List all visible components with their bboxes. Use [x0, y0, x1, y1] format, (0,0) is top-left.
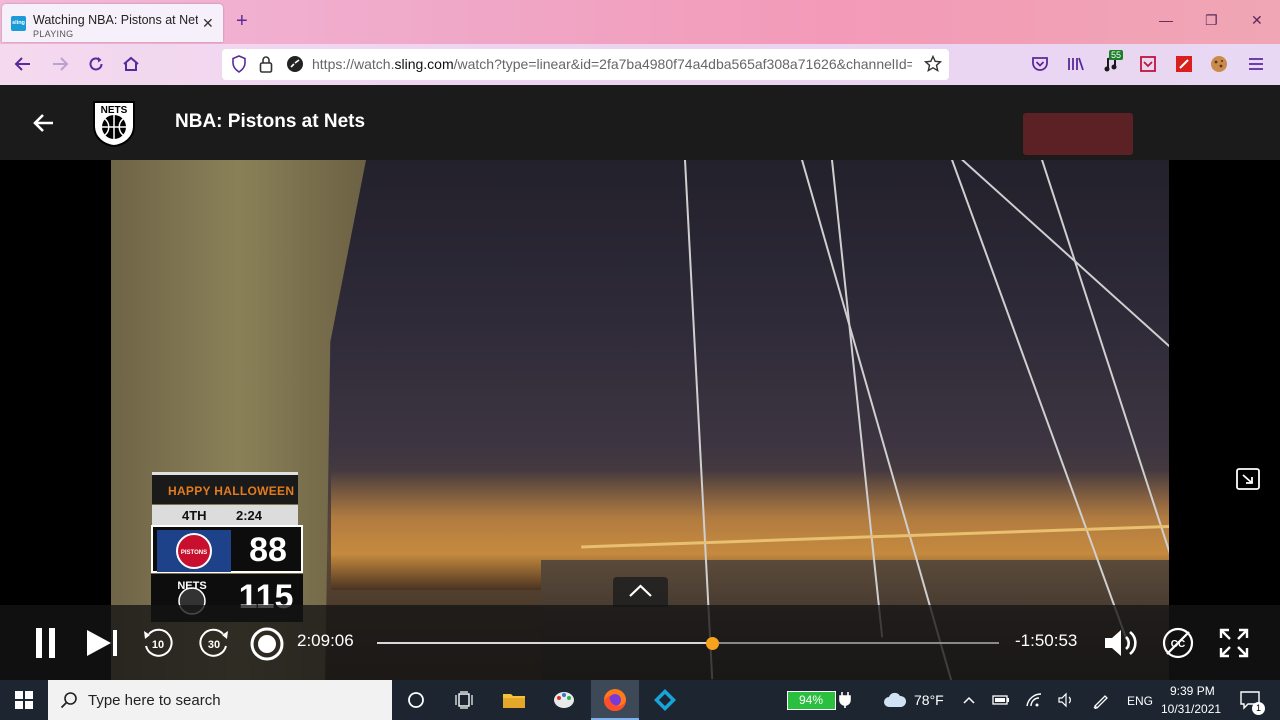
- search-placeholder: Type here to search: [88, 692, 221, 709]
- power-plug-icon[interactable]: [825, 680, 865, 720]
- scorebug: HAPPY HALLOWEEN 4TH 2:24 PISTONS 88 NETS…: [151, 472, 303, 622]
- cookie-extension-icon[interactable]: [1208, 53, 1230, 75]
- pen-extension-icon[interactable]: [1173, 53, 1195, 75]
- windows-start-icon[interactable]: [0, 680, 48, 720]
- sling-favicon-icon: sling: [11, 16, 26, 31]
- pause-icon[interactable]: [30, 625, 62, 661]
- scorebug-home-row: PISTONS 88: [151, 525, 303, 573]
- pistons-logo: PISTONS: [157, 530, 231, 572]
- forward-30-icon[interactable]: 30: [196, 625, 232, 661]
- volume-icon[interactable]: [1100, 624, 1144, 662]
- pen-workspace-icon[interactable]: [1087, 680, 1115, 720]
- taskbar-search-box[interactable]: Type here to search: [48, 680, 392, 720]
- tab-title: Watching NBA: Pistons at Nets |: [33, 13, 198, 27]
- weather-temperature[interactable]: 78°F: [914, 692, 944, 708]
- scorebug-clock: 4TH 2:24: [152, 505, 298, 525]
- paint-app-icon[interactable]: [540, 680, 588, 720]
- url-text: https://watch.sling.com/watch?type=linea…: [312, 56, 912, 72]
- show-title: NBA: Pistons at Nets: [175, 111, 366, 132]
- home-icon[interactable]: [120, 53, 142, 75]
- scorebug-banner: HAPPY HALLOWEEN: [152, 472, 298, 504]
- speaker-icon[interactable]: [1052, 680, 1080, 720]
- windows-taskbar: Type here to search 94% 78°F ENG 9:39 PM…: [0, 680, 1280, 720]
- battery-tray-icon[interactable]: [988, 680, 1014, 720]
- player-header: NETS NBA: Pistons at Nets: [0, 85, 1280, 160]
- search-icon: [60, 691, 78, 714]
- remaining-time: -1:50:53: [1015, 631, 1078, 650]
- show-hidden-icons-chevron-icon[interactable]: [957, 680, 981, 720]
- video-player[interactable]: NETS NBA: Pistons at Nets HAPPY HALLOWEE…: [0, 85, 1280, 680]
- kodi-icon[interactable]: [641, 680, 689, 720]
- fullscreen-icon[interactable]: [1214, 624, 1254, 662]
- home-score: 88: [249, 531, 287, 569]
- forward-arrow-icon[interactable]: [49, 53, 71, 75]
- clock-date[interactable]: 10/31/2021: [1161, 702, 1221, 716]
- new-tab-button[interactable]: +: [236, 10, 248, 33]
- autoplay-permission-icon[interactable]: [284, 53, 306, 75]
- picture-in-picture-icon[interactable]: [1234, 466, 1270, 496]
- seek-thumb[interactable]: [705, 637, 719, 650]
- window-close-button[interactable]: ✕: [1251, 12, 1263, 29]
- svg-text:10: 10: [152, 639, 164, 651]
- hamburger-menu-icon[interactable]: [1245, 53, 1267, 75]
- browser-navbar: https://watch.sling.com/watch?type=linea…: [0, 44, 1280, 85]
- input-language[interactable]: ENG: [1127, 694, 1153, 708]
- weather-cloud-icon[interactable]: [875, 680, 915, 720]
- elapsed-time: 2:09:06: [297, 631, 354, 650]
- guide-drawer-handle[interactable]: [613, 577, 668, 607]
- lock-icon[interactable]: [255, 53, 277, 75]
- library-icon[interactable]: [1065, 53, 1087, 75]
- firefox-taskbar-icon[interactable]: [591, 680, 639, 720]
- svg-text:PISTONS: PISTONS: [181, 550, 207, 556]
- svg-text:30: 30: [208, 639, 220, 651]
- game-period: 4TH: [182, 508, 207, 523]
- tracking-shield-icon[interactable]: [228, 53, 250, 75]
- notification-center-icon[interactable]: 1: [1230, 680, 1270, 720]
- skip-to-live-icon[interactable]: [84, 625, 120, 661]
- seek-bar[interactable]: [377, 637, 999, 650]
- game-clock: 2:24: [236, 508, 263, 523]
- back-arrow-icon[interactable]: [12, 53, 34, 75]
- seek-progress: [377, 642, 712, 644]
- notification-count-badge: 1: [1252, 702, 1265, 715]
- extension-icon[interactable]: [1137, 53, 1159, 75]
- bridge-cable: [961, 160, 1169, 442]
- browser-tab[interactable]: sling Watching NBA: Pistons at Nets | PL…: [2, 4, 223, 42]
- pocket-icon[interactable]: [1029, 53, 1051, 75]
- player-controls: 10 30 2:09:06 -1:50:53 CC: [0, 605, 1280, 680]
- network-watermark-icon: [1023, 113, 1133, 155]
- svg-text:NETS: NETS: [177, 580, 206, 592]
- nets-channel-logo: NETS: [88, 96, 140, 148]
- tab-close-button[interactable]: ✕: [202, 15, 214, 32]
- browser-tabbar: sling Watching NBA: Pistons at Nets | PL…: [0, 0, 1280, 44]
- extension-badge: 55: [1109, 50, 1124, 60]
- minimize-button[interactable]: —: [1159, 12, 1173, 28]
- clock-time[interactable]: 9:39 PM: [1170, 684, 1215, 698]
- reload-icon[interactable]: [85, 53, 107, 75]
- address-bar[interactable]: https://watch.sling.com/watch?type=linea…: [222, 49, 949, 80]
- bookmark-star-icon[interactable]: [922, 53, 944, 75]
- svg-text:NETS: NETS: [101, 105, 128, 116]
- file-explorer-icon[interactable]: [490, 680, 538, 720]
- cortana-icon[interactable]: [392, 680, 440, 720]
- task-view-icon[interactable]: [440, 680, 488, 720]
- tab-playing-status: PLAYING: [33, 29, 74, 39]
- player-back-arrow-icon[interactable]: [33, 112, 55, 134]
- wifi-icon[interactable]: [1020, 680, 1048, 720]
- rewind-10-icon[interactable]: 10: [140, 625, 176, 661]
- restore-button[interactable]: ❐: [1205, 12, 1218, 29]
- closed-captions-off-icon[interactable]: CC: [1159, 624, 1197, 662]
- record-icon[interactable]: [248, 625, 286, 663]
- music-extension-icon[interactable]: 55: [1103, 50, 1125, 75]
